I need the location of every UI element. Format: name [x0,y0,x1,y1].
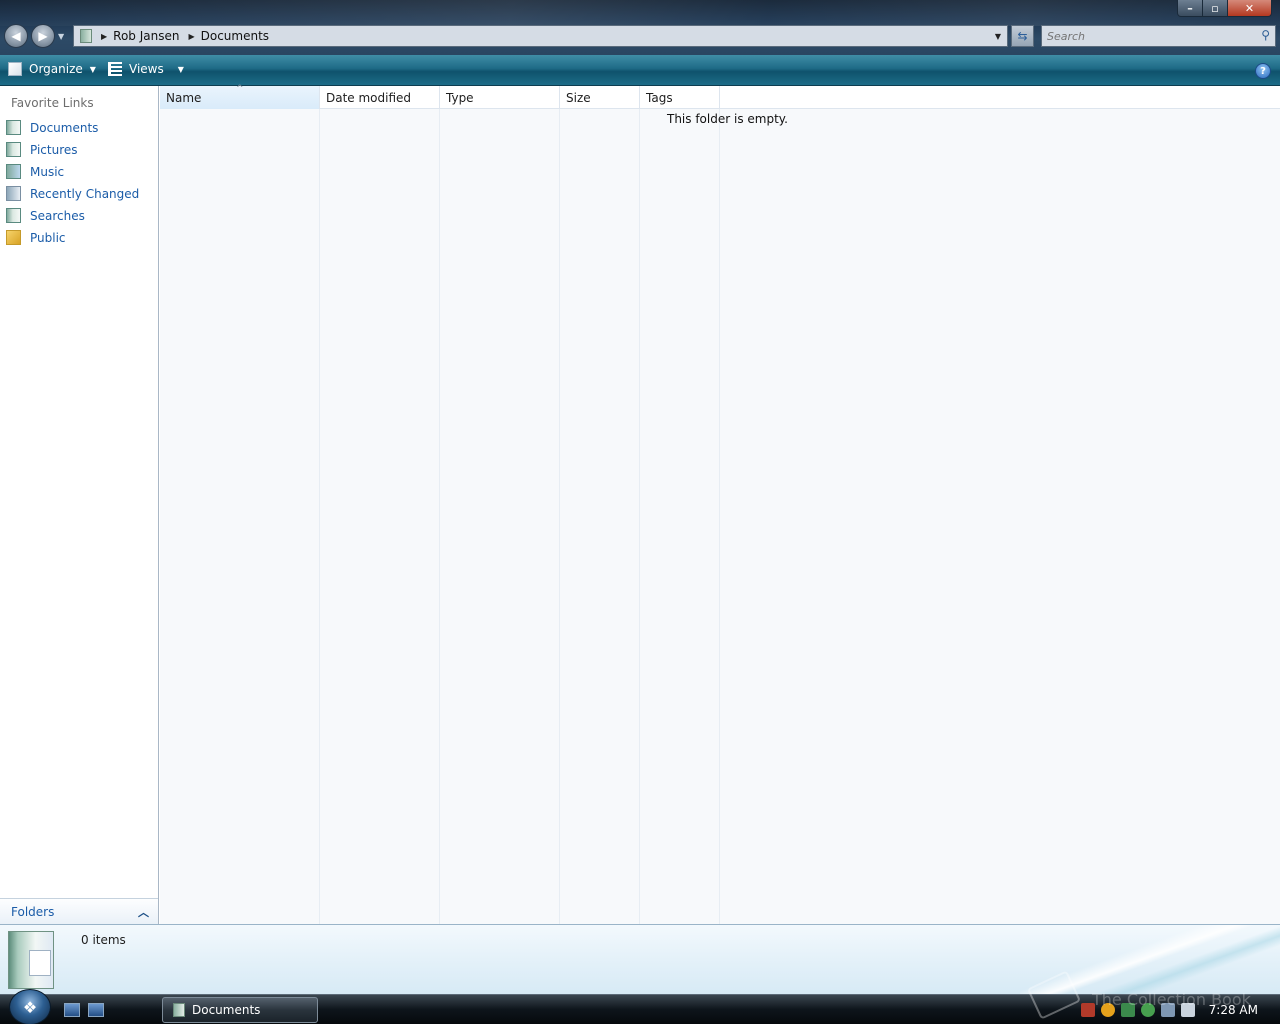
search-icon[interactable]: ⚲ [1261,28,1270,42]
breadcrumb-separator-icon[interactable]: ▶ [188,32,194,41]
pictures-icon [6,142,21,157]
refresh-icon: ⇆ [1017,29,1028,43]
help-button[interactable]: ? [1255,63,1271,79]
chevron-up-icon: ︿ [138,905,149,919]
recent-pages-dropdown[interactable]: ▼ [58,32,64,41]
address-bar[interactable]: ▶ Rob Jansen ▶ Documents ▼ [73,25,1008,47]
organize-icon [8,62,22,76]
maximize-button[interactable]: ▫ [1203,0,1228,16]
column-headers: Name ^ Date modified Type Size Tags [160,84,1280,109]
sort-ascending-icon: ^ [236,84,244,94]
sidebar-item-music[interactable]: Music [6,164,64,179]
help-icon: ? [1260,65,1266,77]
title-bar: – ▫ ✕ ◀ ▶ ▼ ▶ Rob Jansen ▶ Documents ▼ ⇆… [0,0,1280,55]
switch-windows-icon[interactable] [88,1003,104,1017]
favorite-links-heading: Favorite Links [11,96,94,110]
sidebar-item-searches[interactable]: Searches [6,208,85,223]
column-header-type[interactable]: Type [440,86,560,109]
chevron-down-icon[interactable]: ▼ [178,65,184,74]
start-button[interactable]: ❖ [9,989,51,1024]
taskbar-button-label: Documents [192,1003,261,1017]
sidebar-item-documents[interactable]: Documents [6,120,98,135]
breadcrumb-rob-jansen[interactable]: Rob Jansen [113,29,179,43]
command-bar: Organize ▼ Views ▼ ? [0,55,1280,86]
breadcrumb-documents[interactable]: Documents [201,29,269,43]
folders-label: Folders [11,904,55,919]
sidebar-item-label: Music [30,164,65,179]
documents-icon [6,120,21,135]
address-dropdown-icon[interactable]: ▼ [991,29,1005,43]
column-header-tags[interactable]: Tags [640,86,720,109]
taskbar-button-documents[interactable]: Documents [162,997,318,1023]
documents-folder-icon [80,29,92,43]
column-divider [719,109,720,924]
close-button[interactable]: ✕ [1228,0,1271,16]
views-button[interactable]: Views ▼ [108,62,184,76]
windows-logo-icon: ❖ [22,997,38,1017]
breadcrumb-separator-icon[interactable]: ▶ [101,32,107,41]
column-divider [319,109,320,924]
arrow-left-icon: ◀ [11,29,21,43]
back-button[interactable]: ◀ [4,24,28,48]
documents-folder-icon [8,931,54,989]
column-header-name[interactable]: Name ^ [160,84,320,109]
chevron-down-icon: ▼ [89,64,96,74]
item-count: 0 items [81,933,126,947]
column-header-size[interactable]: Size [560,86,640,109]
search-box[interactable]: ⚲ [1041,25,1276,47]
views-label: Views [129,62,164,76]
column-header-date-modified[interactable]: Date modified [320,86,440,109]
public-folder-icon [6,230,21,245]
folders-toggle[interactable]: Folders ︿ [0,898,158,924]
organize-label: Organize [29,62,83,76]
refresh-button[interactable]: ⇆ [1011,25,1034,47]
searches-icon [6,208,21,223]
music-icon [6,164,21,179]
details-pane: 0 items [0,924,1280,995]
sidebar-item-label: Pictures [30,142,78,157]
views-icon [108,62,122,76]
show-desktop-icon[interactable] [64,1003,80,1017]
sidebar-item-label: Recently Changed [30,186,140,201]
window-controls: – ▫ ✕ [1177,0,1272,17]
empty-folder-message: This folder is empty. [667,112,788,126]
file-list: Name ^ Date modified Type Size Tags This… [160,84,1280,924]
navigation-pane: Favorite Links Documents Pictures Music … [0,86,159,924]
recently-changed-icon [6,186,21,201]
watermark: The Collection Book [1092,990,1251,1009]
minimize-button[interactable]: – [1178,0,1203,16]
sidebar-item-public[interactable]: Public [6,230,66,245]
documents-folder-icon [173,1003,185,1017]
column-divider [639,109,640,924]
sidebar-item-label: Documents [30,120,99,135]
sidebar-item-label: Searches [30,208,85,223]
column-divider [439,109,440,924]
sidebar-item-pictures[interactable]: Pictures [6,142,78,157]
search-input[interactable] [1042,26,1252,46]
sidebar-item-label: Public [30,230,66,245]
taskbar: ❖ Documents 7:28 AM [0,989,1280,1024]
column-divider [559,109,560,924]
arrow-right-icon: ▶ [38,29,48,43]
organize-button[interactable]: Organize ▼ [8,62,96,76]
sidebar-item-recently-changed[interactable]: Recently Changed [6,186,139,201]
forward-button[interactable]: ▶ [31,24,55,48]
